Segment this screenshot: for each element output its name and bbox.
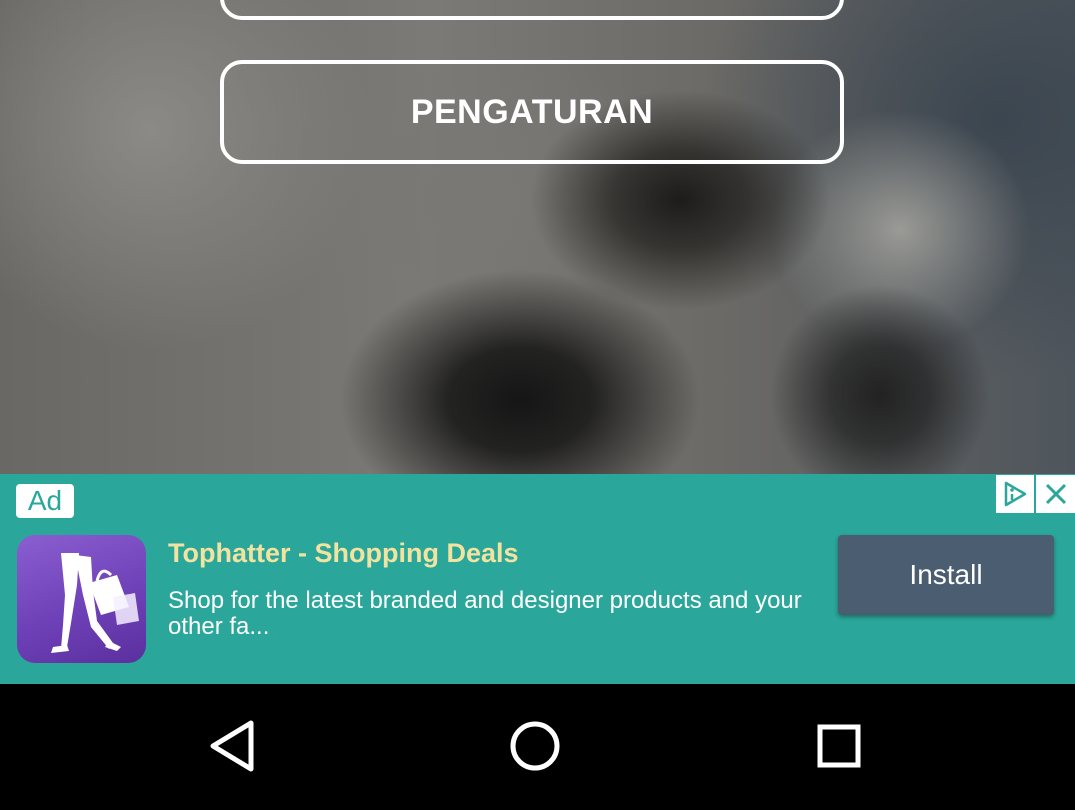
install-button[interactable]: Install	[838, 535, 1054, 615]
blurred-background-image: PENGATURAN	[0, 0, 1075, 474]
menu-button-top[interactable]	[220, 0, 844, 20]
back-icon[interactable]	[202, 716, 262, 776]
home-icon[interactable]	[505, 716, 565, 776]
app-screen: PENGATURAN Ad Tophatter - Shopping Deals…	[0, 0, 1075, 810]
close-icon[interactable]	[1036, 475, 1075, 513]
ad-description: Shop for the latest branded and designer…	[168, 587, 802, 640]
navigation-bar	[0, 684, 1075, 810]
ad-badge: Ad	[16, 484, 74, 518]
tophatter-app-icon[interactable]	[17, 535, 146, 663]
ad-title[interactable]: Tophatter - Shopping Deals	[168, 538, 519, 569]
recents-icon[interactable]	[809, 716, 869, 776]
ad-banner[interactable]: Ad Tophatter - Shopping Deals Shop for t…	[0, 474, 1075, 684]
adchoices-icon[interactable]	[996, 475, 1034, 513]
settings-button[interactable]: PENGATURAN	[220, 60, 844, 164]
